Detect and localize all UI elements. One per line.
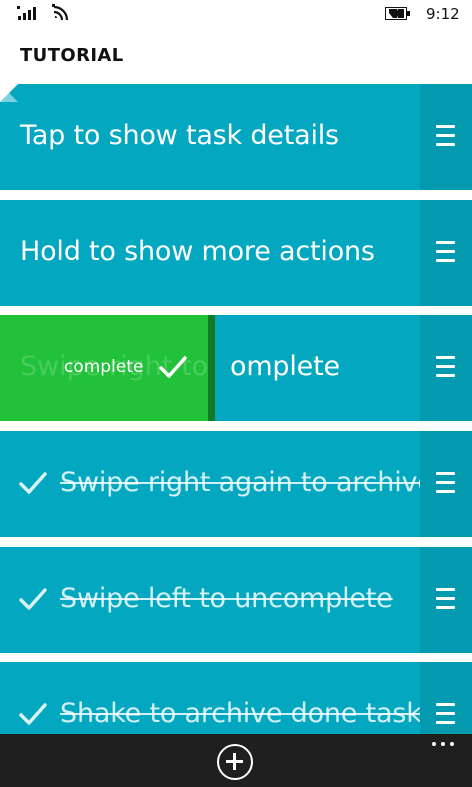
- drag-handle-column[interactable]: [420, 84, 472, 190]
- drag-handle-column[interactable]: [420, 200, 472, 306]
- drag-handle-icon[interactable]: [436, 356, 455, 378]
- checkmark-icon: [19, 472, 47, 494]
- task-text: Tap to show task details: [20, 120, 339, 151]
- status-bar: 9:12: [0, 0, 472, 28]
- drag-handle-icon[interactable]: [436, 472, 455, 494]
- drag-handle-column[interactable]: [420, 315, 472, 421]
- task-item[interactable]: Tap to show task details: [0, 84, 472, 190]
- checkmark-icon: [19, 588, 47, 610]
- drag-handle-icon[interactable]: [436, 703, 455, 725]
- checkmark-icon: [159, 356, 187, 378]
- task-text: Swipe left to uncomplete: [60, 583, 393, 614]
- swipe-complete-panel: Swipe right to complete complete: [0, 315, 208, 421]
- drag-handle-column[interactable]: [420, 431, 472, 537]
- task-text-remaining: omplete: [230, 351, 340, 382]
- clock-time: 9:12: [426, 5, 460, 23]
- swipe-edge: [208, 315, 215, 421]
- drag-handle-icon[interactable]: [436, 241, 455, 263]
- task-text: Hold to show more actions: [20, 236, 375, 267]
- corner-fold: [0, 84, 18, 102]
- page-title: TUTORIAL: [20, 45, 124, 66]
- signal-strength-icon: [17, 6, 36, 20]
- more-ellipsis-icon[interactable]: [432, 740, 454, 748]
- battery-icon: [385, 7, 410, 20]
- task-item-completed[interactable]: Swipe right again to archive: [0, 431, 472, 537]
- checkmark-icon: [19, 703, 47, 725]
- task-text: Shake to archive done task…: [60, 698, 449, 729]
- add-task-button[interactable]: [217, 744, 253, 780]
- app-bar: [0, 734, 472, 787]
- drag-handle-column[interactable]: [420, 547, 472, 653]
- task-text: Swipe right again to archive: [60, 467, 434, 498]
- swipe-action-label: complete: [64, 357, 144, 377]
- drag-handle-icon[interactable]: [436, 588, 455, 610]
- wifi-icon: [52, 4, 69, 20]
- task-item-completed[interactable]: Swipe left to uncomplete: [0, 547, 472, 653]
- task-item-swiping[interactable]: omplete Swipe right to complete complete: [0, 315, 472, 421]
- task-item[interactable]: Hold to show more actions: [0, 200, 472, 306]
- drag-handle-icon[interactable]: [436, 125, 455, 147]
